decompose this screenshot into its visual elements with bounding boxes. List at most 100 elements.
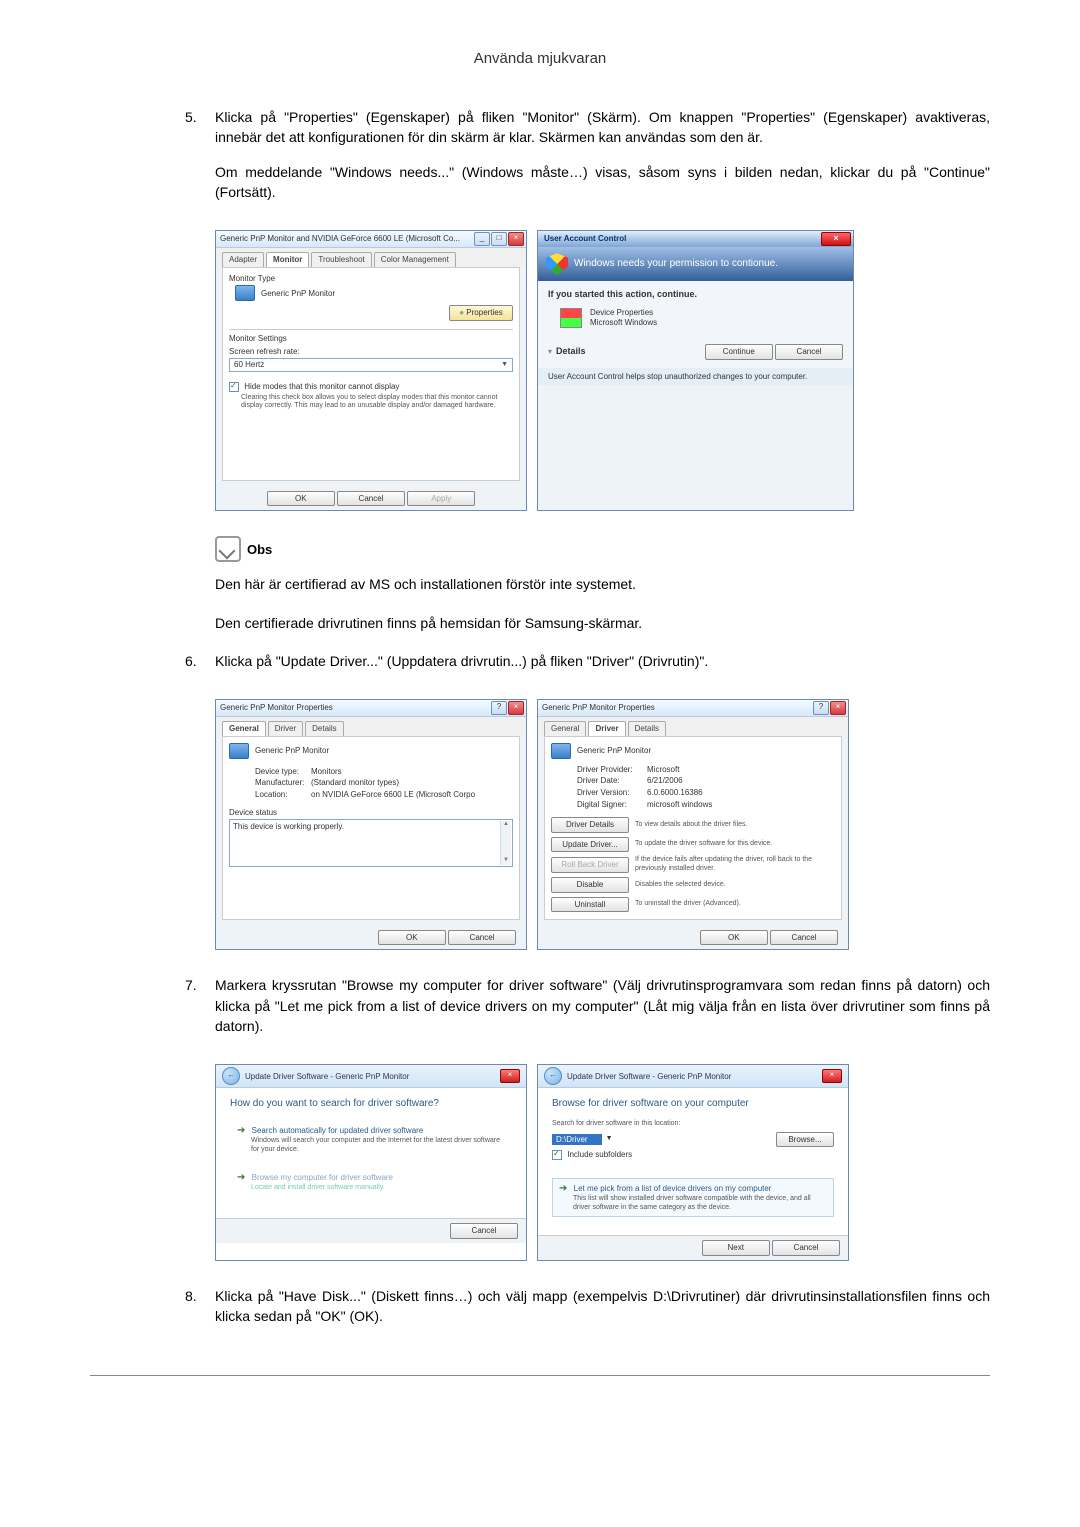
tab-strip: Adapter Monitor Troubleshoot Color Manag…	[216, 248, 526, 267]
chevron-down-icon[interactable]: ▾	[548, 347, 552, 357]
step-5-number: 5.	[185, 107, 215, 216]
uac-publisher: Microsoft Windows	[590, 318, 657, 328]
arrow-right-icon: ➔	[559, 1183, 567, 1194]
help-icon[interactable]: ?	[491, 701, 507, 715]
driver-date-label: Driver Date:	[577, 776, 647, 786]
screenshot-row-2: Generic PnP Monitor Properties ? × Gener…	[215, 699, 990, 950]
refresh-rate-dropdown[interactable]: 60 Hertz ▼	[229, 358, 513, 372]
device-properties-general: Generic PnP Monitor Properties ? × Gener…	[215, 699, 527, 950]
monitor-icon	[229, 743, 249, 759]
step-7-number: 7.	[185, 975, 215, 1050]
wizard-heading: Browse for driver software on your compu…	[552, 1098, 834, 1110]
wizard-heading: How do you want to search for driver sof…	[230, 1098, 512, 1110]
properties-button[interactable]: ● Properties	[449, 305, 513, 321]
arrow-right-icon: ➔	[237, 1172, 245, 1183]
chevron-down-icon[interactable]: ▼	[606, 1135, 613, 1143]
uac-title: User Account Control	[544, 234, 626, 244]
driver-details-desc: To view details about the driver files.	[635, 821, 835, 829]
option-search-auto[interactable]: ➔ Search automatically for updated drive…	[230, 1120, 512, 1159]
uninstall-button[interactable]: Uninstall	[551, 897, 629, 913]
wizard-crumb: Update Driver Software - Generic PnP Mon…	[567, 1072, 731, 1082]
close-icon[interactable]: ×	[822, 1069, 842, 1083]
close-icon[interactable]: ×	[821, 232, 851, 246]
close-icon[interactable]: ×	[500, 1069, 520, 1083]
tab-color-mgmt[interactable]: Color Management	[374, 252, 456, 267]
update-driver-button[interactable]: Update Driver...	[551, 837, 629, 853]
option-browse-manual[interactable]: ➔ Browse my computer for driver software…	[230, 1167, 512, 1197]
maximize-icon[interactable]: □	[491, 232, 507, 246]
shield-icon	[546, 253, 568, 275]
search-location-label: Search for driver software in this locat…	[552, 1120, 834, 1128]
monitor-type-label: Monitor Type	[229, 274, 513, 284]
tab-details[interactable]: Details	[628, 721, 666, 736]
signer-label: Digital Signer:	[577, 800, 647, 810]
dialog-title: Generic PnP Monitor Properties	[220, 703, 333, 713]
scroll-down-icon[interactable]: ▼	[501, 857, 511, 865]
device-name: Generic PnP Monitor	[577, 746, 651, 756]
cancel-button[interactable]: Cancel	[448, 930, 516, 946]
scroll-up-icon[interactable]: ▲	[501, 821, 511, 829]
details-toggle[interactable]: Details	[556, 346, 586, 357]
tab-general[interactable]: General	[222, 721, 266, 736]
tab-adapter[interactable]: Adapter	[222, 252, 264, 267]
hide-modes-checkbox[interactable]	[229, 382, 239, 392]
apply-button[interactable]: Apply	[407, 491, 475, 507]
minimize-icon[interactable]: _	[474, 232, 490, 246]
continue-button[interactable]: Continue	[705, 344, 773, 360]
location-label: Location:	[255, 790, 311, 800]
uac-headline: Windows needs your permission to contion…	[574, 258, 778, 270]
browse-button[interactable]: Browse...	[776, 1132, 834, 1148]
device-status-box: This device is working properly. ▲ ▼	[229, 819, 513, 867]
option-search-auto-desc: Windows will search your computer and th…	[251, 1137, 505, 1154]
tab-driver[interactable]: Driver	[588, 721, 625, 736]
step-5: 5. Klicka på "Properties" (Egenskaper) p…	[185, 107, 990, 216]
cancel-button[interactable]: Cancel	[450, 1223, 518, 1239]
include-subfolders-checkbox[interactable]	[552, 1150, 562, 1160]
driver-version-label: Driver Version:	[577, 788, 647, 798]
rollback-desc: If the device fails after updating the d…	[635, 856, 835, 873]
ok-button[interactable]: OK	[700, 930, 768, 946]
close-icon[interactable]: ×	[508, 232, 524, 246]
step-6-text: Klicka på "Update Driver..." (Uppdatera …	[215, 651, 990, 671]
rollback-button[interactable]: Roll Back Driver	[551, 857, 629, 873]
ok-button[interactable]: OK	[378, 930, 446, 946]
cancel-button[interactable]: Cancel	[337, 491, 405, 507]
tab-general[interactable]: General	[544, 721, 586, 736]
note-block: Obs	[215, 536, 990, 562]
wizard-crumb: Update Driver Software - Generic PnP Mon…	[245, 1072, 409, 1082]
close-icon[interactable]: ×	[508, 701, 524, 715]
driver-version-value: 6.0.6000.16386	[647, 788, 835, 798]
refresh-rate-label: Screen refresh rate:	[229, 347, 513, 357]
step-8: 8. Klicka på "Have Disk..." (Diskett fin…	[185, 1286, 990, 1341]
back-icon[interactable]: ←	[222, 1067, 240, 1085]
page-header: Använda mjukvaran	[90, 50, 990, 67]
driver-details-button[interactable]: Driver Details	[551, 817, 629, 833]
back-icon[interactable]: ←	[544, 1067, 562, 1085]
update-driver-desc: To update the driver software for this d…	[635, 840, 835, 848]
close-icon[interactable]: ×	[830, 701, 846, 715]
step-6-number: 6.	[185, 651, 215, 685]
option-pick-from-list[interactable]: ➔ Let me pick from a list of device driv…	[552, 1178, 834, 1217]
cancel-button[interactable]: Cancel	[775, 344, 843, 360]
tab-monitor[interactable]: Monitor	[266, 252, 309, 267]
next-button[interactable]: Next	[702, 1240, 770, 1256]
disable-button[interactable]: Disable	[551, 877, 629, 893]
step-8-text: Klicka på "Have Disk..." (Diskett finns……	[215, 1286, 990, 1327]
program-icon	[560, 308, 582, 328]
signer-value: microsoft windows	[647, 800, 835, 810]
footer-rule	[90, 1375, 990, 1376]
uac-footer: User Account Control helps stop unauthor…	[538, 368, 853, 386]
provider-label: Driver Provider:	[577, 765, 647, 775]
help-icon[interactable]: ?	[813, 701, 829, 715]
tab-driver[interactable]: Driver	[268, 721, 303, 736]
cancel-button[interactable]: Cancel	[772, 1240, 840, 1256]
dialog-title: Generic PnP Monitor and NVIDIA GeForce 6…	[220, 234, 460, 244]
location-value: on NVIDIA GeForce 6600 LE (Microsoft Cor…	[311, 790, 513, 800]
ok-button[interactable]: OK	[267, 491, 335, 507]
path-input[interactable]: D:\Driver	[552, 1134, 602, 1146]
tab-troubleshoot[interactable]: Troubleshoot	[311, 252, 371, 267]
cancel-button[interactable]: Cancel	[770, 930, 838, 946]
arrow-right-icon: ➔	[237, 1125, 245, 1136]
tab-details[interactable]: Details	[305, 721, 343, 736]
note-icon	[215, 536, 241, 562]
